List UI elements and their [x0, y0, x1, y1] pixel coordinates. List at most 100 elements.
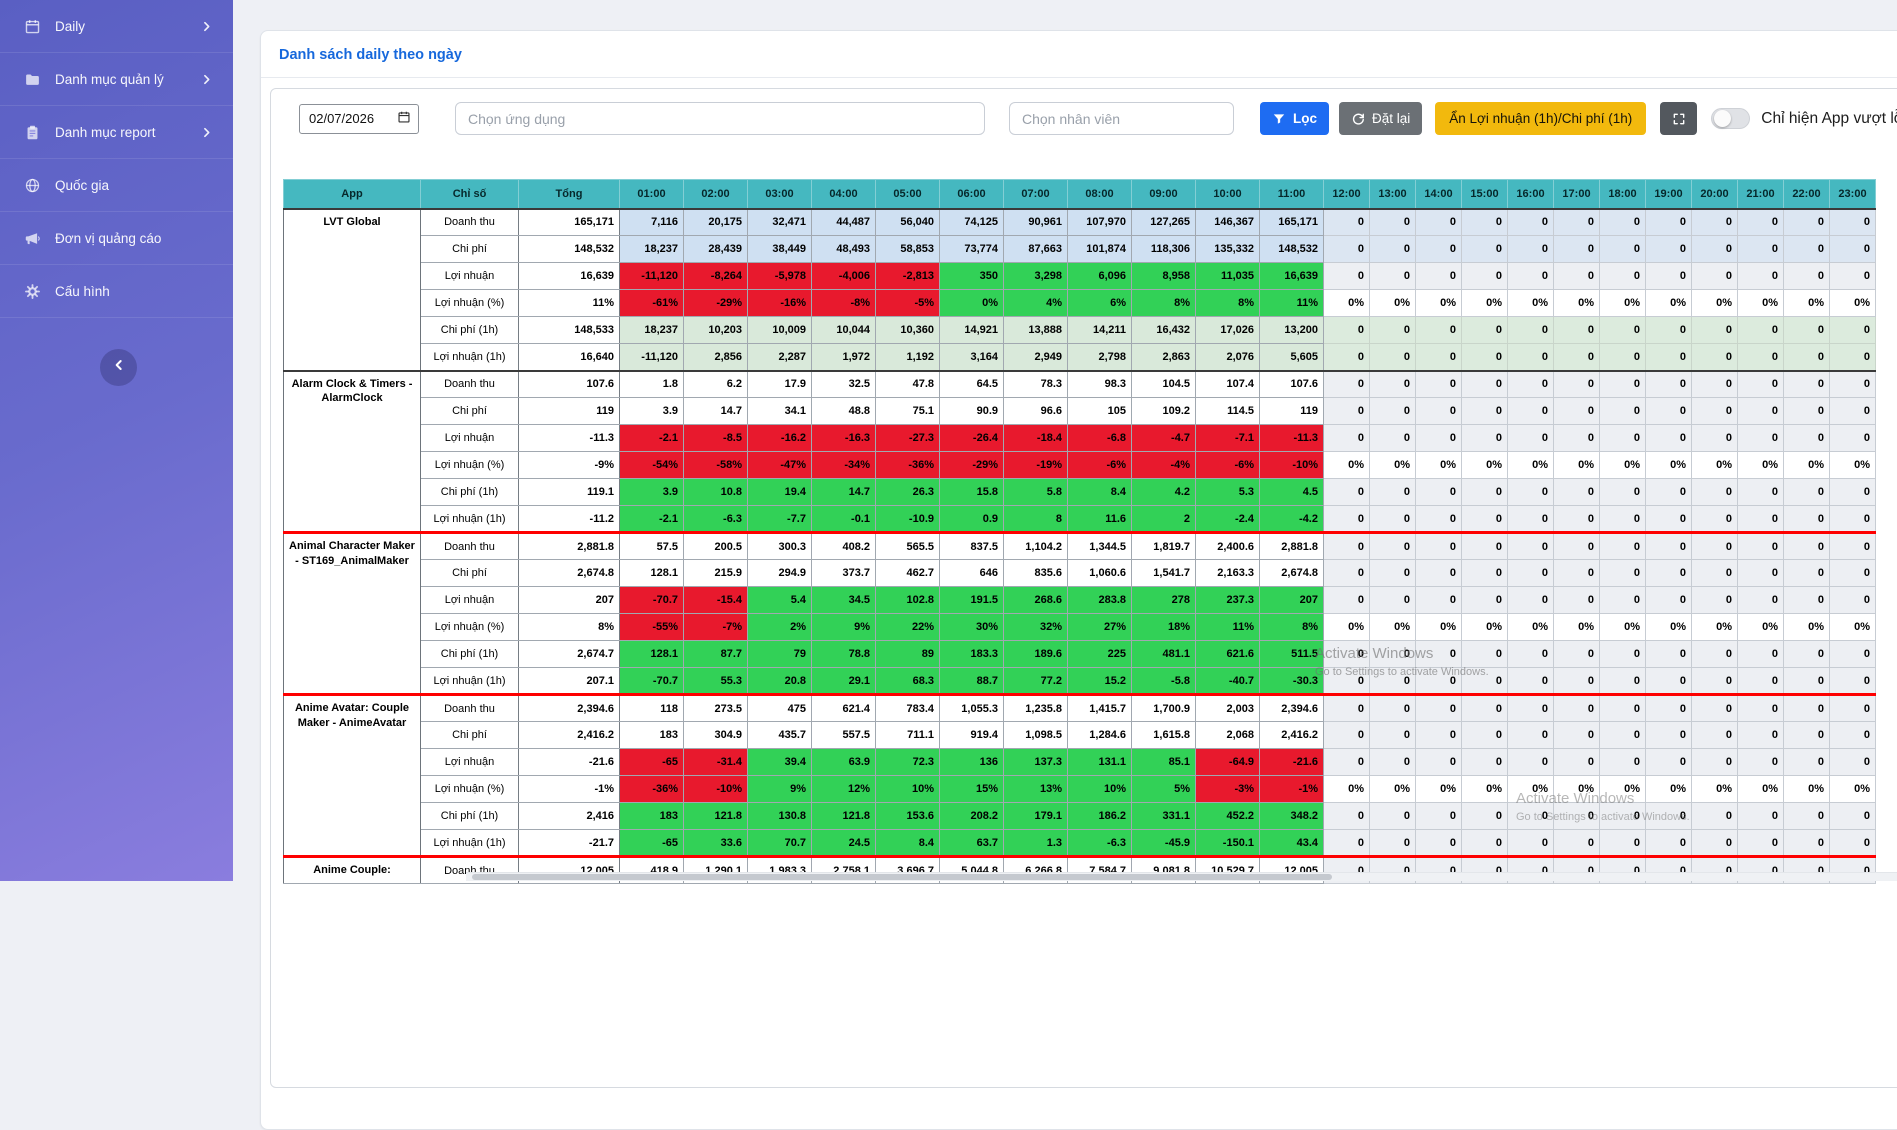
hour-value-cell: 2,674.8	[1260, 560, 1324, 587]
hour-value-cell: 0	[1508, 371, 1554, 398]
hour-value-cell: 200.5	[684, 533, 748, 560]
hour-value-cell: 135,332	[1196, 236, 1260, 263]
sidebar-item-don-vi-quang-cao[interactable]: Đơn vị quảng cáo	[0, 212, 233, 265]
hour-value-cell: 24.5	[812, 830, 876, 857]
hour-value-cell: 208.2	[940, 803, 1004, 830]
hour-value-cell: 0	[1600, 344, 1646, 371]
horizontal-scrollbar-thumb[interactable]	[472, 874, 1332, 880]
hour-value-cell: 0	[1692, 587, 1738, 614]
metric-label-cell: Lợi nhuận (%)	[421, 290, 519, 317]
hour-value-cell: 78.3	[1004, 371, 1068, 398]
hour-value-cell: 0	[1738, 749, 1784, 776]
hour-value-cell: 43.4	[1260, 830, 1324, 857]
hour-value-cell: -16.3	[812, 425, 876, 452]
hour-value-cell: 0%	[1738, 614, 1784, 641]
hour-value-cell: 207	[1260, 587, 1324, 614]
filter-button[interactable]: Lọc	[1260, 102, 1329, 135]
hour-value-cell: 0%	[1370, 452, 1416, 479]
hour-value-cell: 2,394.6	[1260, 695, 1324, 722]
sidebar-item-danh-muc-quan-ly[interactable]: Danh mục quản lý	[0, 53, 233, 106]
hour-value-cell: 179.1	[1004, 803, 1068, 830]
hide-profit-cost-button[interactable]: Ẩn Lợi nhuận (1h)/Chi phí (1h)	[1435, 102, 1646, 135]
hour-value-cell: 18,237	[620, 236, 684, 263]
hour-value-cell: 0%	[1646, 776, 1692, 803]
hour-value-cell: 13,888	[1004, 317, 1068, 344]
loss-only-toggle[interactable]	[1711, 108, 1750, 129]
total-cell: -11.3	[519, 425, 620, 452]
sidebar-collapse-button[interactable]	[100, 349, 137, 386]
hour-value-cell: 835.6	[1004, 560, 1068, 587]
hour-value-cell: -6%	[1196, 452, 1260, 479]
metric-label-cell: Lợi nhuận (%)	[421, 614, 519, 641]
hour-value-cell: 77.2	[1004, 668, 1068, 695]
hour-value-cell: 0%	[1416, 452, 1462, 479]
hour-value-cell: 0	[1462, 317, 1508, 344]
hour-value-cell: 14.7	[812, 479, 876, 506]
hour-value-cell: 0	[1784, 317, 1830, 344]
table-row: Lợi nhuận (%)-1%-36%-10%9%12%10%15%13%10…	[284, 776, 1876, 803]
staff-select-input[interactable]	[1009, 102, 1234, 135]
fullscreen-button[interactable]	[1660, 102, 1697, 135]
hour-value-cell: -3%	[1196, 776, 1260, 803]
hour-value-cell: 1,098.5	[1004, 722, 1068, 749]
app-select-input[interactable]	[455, 102, 985, 135]
hour-value-cell: 0%	[1646, 290, 1692, 317]
total-cell: 2,881.8	[519, 533, 620, 560]
hour-value-cell: 137.3	[1004, 749, 1068, 776]
hour-value-cell: 0	[1738, 479, 1784, 506]
hour-value-cell: 0	[1554, 317, 1600, 344]
sidebar-item-cau-hinh[interactable]: Cấu hình	[0, 265, 233, 318]
sidebar-item-quoc-gia[interactable]: Quốc gia	[0, 159, 233, 212]
hour-value-cell: 12%	[812, 776, 876, 803]
hour-value-cell: 0	[1416, 668, 1462, 695]
hour-value-cell: 104.5	[1132, 371, 1196, 398]
hour-value-cell: 0%	[1370, 614, 1416, 641]
hour-value-cell: 79	[748, 641, 812, 668]
hour-value-cell: 191.5	[940, 587, 1004, 614]
hour-value-cell: 0	[1646, 317, 1692, 344]
hour-value-cell: 107.4	[1196, 371, 1260, 398]
hour-value-cell: 5%	[1132, 776, 1196, 803]
hour-value-cell: 0	[1784, 398, 1830, 425]
hour-value-cell: 3.9	[620, 398, 684, 425]
hour-value-cell: 0	[1600, 749, 1646, 776]
hour-value-cell: 2,798	[1068, 344, 1132, 371]
sidebar-item-daily[interactable]: Daily	[0, 0, 233, 53]
hour-value-cell: 0	[1324, 668, 1370, 695]
hour-value-cell: 165,171	[1260, 209, 1324, 236]
hour-value-cell: 278	[1132, 587, 1196, 614]
table-row: Lợi nhuận (1h)-21.7-6533.670.724.58.463.…	[284, 830, 1876, 857]
table-panel: 02/07/2026 Lọc Đặ	[270, 88, 1897, 1088]
hour-value-cell: 0	[1600, 587, 1646, 614]
hour-value-cell: 5,605	[1260, 344, 1324, 371]
sidebar-item-label: Daily	[55, 19, 85, 34]
hour-value-cell: 0	[1600, 668, 1646, 695]
hour-value-cell: 44,487	[812, 209, 876, 236]
hour-value-cell: -10%	[684, 776, 748, 803]
hour-value-cell: -19%	[1004, 452, 1068, 479]
hour-value-cell: 0	[1646, 398, 1692, 425]
hour-value-cell: 85.1	[1132, 749, 1196, 776]
hour-value-cell: 0	[1830, 641, 1876, 668]
hour-value-cell: 2,949	[1004, 344, 1068, 371]
sidebar-item-danh-muc-report[interactable]: Danh mục report	[0, 106, 233, 159]
hour-value-cell: 0	[1462, 479, 1508, 506]
date-input[interactable]: 02/07/2026	[299, 104, 419, 134]
reset-button[interactable]: Đặt lại	[1339, 102, 1422, 135]
hour-value-cell: 0	[1738, 263, 1784, 290]
hour-value-cell: 0	[1784, 371, 1830, 398]
hour-value-cell: 0	[1416, 263, 1462, 290]
metric-label-cell: Chi phí	[421, 236, 519, 263]
hour-value-cell: 0	[1738, 587, 1784, 614]
hour-value-cell: 1,055.3	[940, 695, 1004, 722]
hour-value-cell: 30%	[940, 614, 1004, 641]
hour-value-cell: 0	[1646, 371, 1692, 398]
hour-value-cell: -8,264	[684, 263, 748, 290]
total-cell: 119.1	[519, 479, 620, 506]
funnel-icon	[1272, 112, 1286, 126]
hour-value-cell: 0	[1692, 668, 1738, 695]
total-cell: 2,674.7	[519, 641, 620, 668]
hour-value-cell: 0	[1738, 506, 1784, 533]
hour-value-cell: 114.5	[1196, 398, 1260, 425]
loss-only-toggle-label: Chỉ hiện App vượt lỗ	[1761, 110, 1897, 128]
